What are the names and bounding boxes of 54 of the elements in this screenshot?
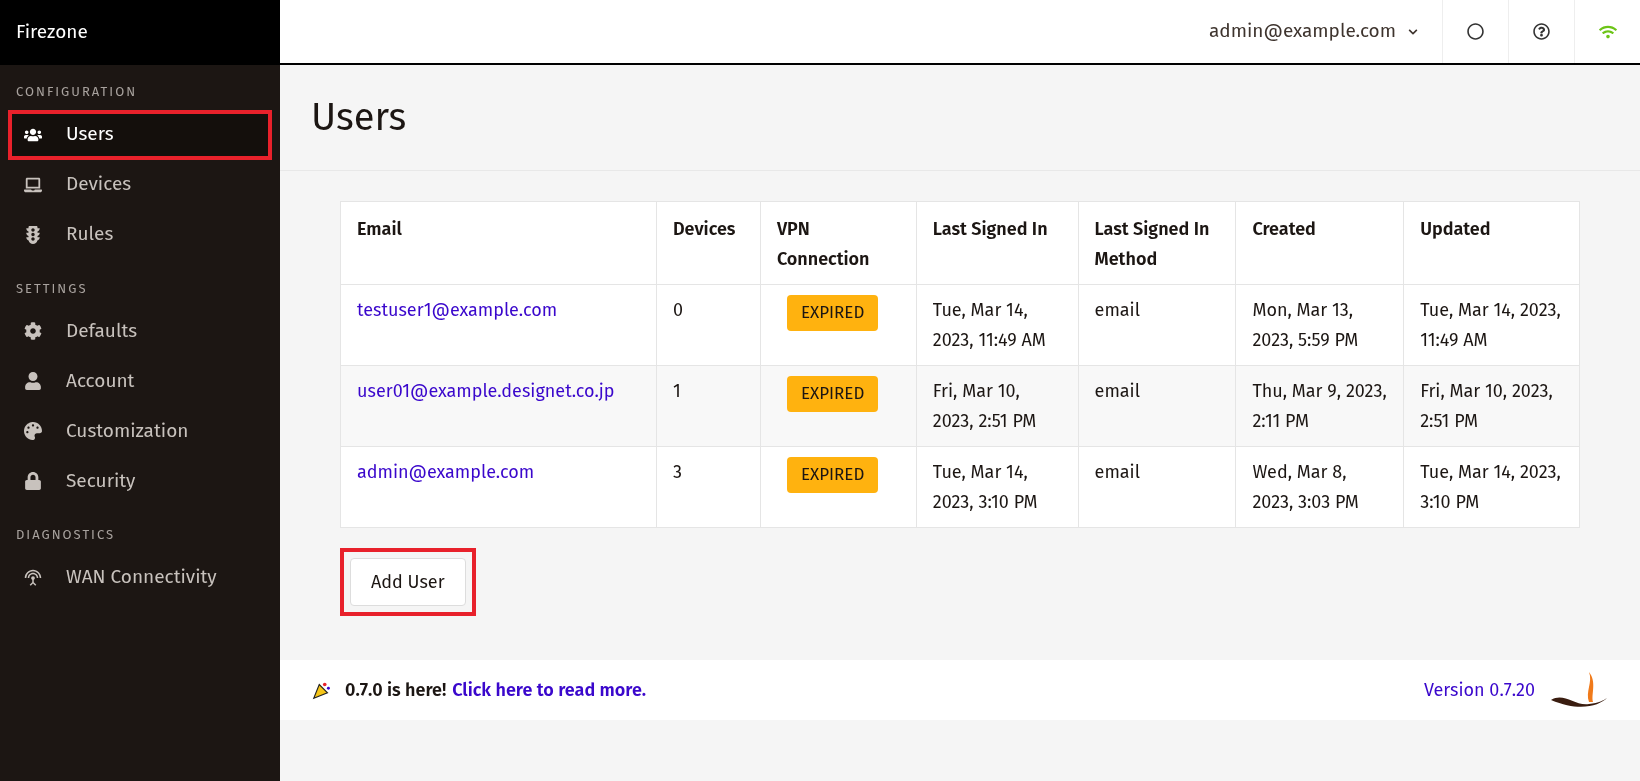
column-header: Last Signed In (932, 218, 1048, 240)
table-cell: Mon, Mar 13, 2023, 5:59 PM (1252, 299, 1359, 351)
table-cell: 0 (672, 299, 683, 321)
column-header: VPN Connection (776, 218, 870, 270)
column-header: Devices (672, 218, 736, 240)
table-cell: Fri, Mar 10, 2023, 2:51 PM (932, 380, 1037, 432)
section-heading: CONFIGURATION (15, 83, 139, 101)
version-link[interactable]: Version 0.7.20 (1424, 676, 1535, 704)
column-header: Updated (1420, 218, 1491, 240)
laptop-icon (24, 175, 42, 194)
column-header: Last Signed In Method (1094, 218, 1210, 270)
section-heading: DIAGNOSTICS (15, 526, 117, 544)
table-cell: 3 (672, 461, 682, 483)
nav-item[interactable]: WAN Connectivity (8, 552, 272, 603)
chevron-down-icon (1408, 26, 1418, 37)
lock-icon (24, 472, 42, 490)
traffic-light-icon (24, 225, 42, 244)
nav-item[interactable]: Defaults (8, 306, 272, 356)
add-user-button[interactable]: Add User (350, 558, 466, 606)
palette-icon (24, 422, 42, 440)
status-badge: EXPIRED (786, 457, 879, 493)
table-cell: email (1094, 461, 1140, 483)
user-email-link[interactable]: admin@example.com (357, 461, 535, 483)
table-cell: Tue, Mar 14, 2023, 11:49 AM (932, 299, 1046, 351)
table-cell: Wed, Mar 8, 2023, 3:03 PM (1252, 461, 1359, 513)
nav-item[interactable]: Security (8, 456, 272, 506)
nav-item[interactable]: Devices (8, 159, 272, 210)
table-cell: email (1094, 299, 1140, 321)
nav-item[interactable]: Users (8, 109, 272, 160)
table-cell: 1 (672, 380, 681, 402)
settings-icon (24, 322, 42, 340)
nav-item[interactable]: Account (8, 356, 272, 406)
nav-item[interactable]: Rules (8, 209, 272, 260)
nav-item[interactable]: Customization (8, 406, 272, 456)
brand-name: Firezone (16, 19, 88, 46)
table-cell: Thu, Mar 9, 2023, 2:11 PM (1252, 380, 1387, 432)
read-more-link[interactable]: Click here to read more. (452, 676, 646, 704)
table-cell: Tue, Mar 14, 2023, 3:10 PM (932, 461, 1038, 513)
account-menu[interactable]: admin@example.com (1185, 0, 1442, 63)
column-header: Email (357, 218, 402, 240)
table-cell: Tue, Mar 14, 2023, 3:10 PM (1420, 461, 1561, 513)
section-heading: SETTINGS (15, 279, 89, 298)
announcement-text: 0.7.0 is here! (345, 677, 447, 703)
table-cell: Fri, Mar 10, 2023, 2:51 PM (1420, 380, 1553, 432)
broadcast-icon (24, 568, 42, 587)
table-cell: email (1094, 380, 1140, 402)
column-header: Created (1252, 218, 1316, 240)
table-cell: Tue, Mar 14, 2023, 11:49 AM (1420, 299, 1561, 351)
page-title: Users (311, 93, 407, 142)
status-badge: EXPIRED (786, 295, 879, 331)
status-badge: EXPIRED (786, 376, 879, 412)
user-email-link[interactable]: testuser1@example.com (357, 299, 558, 321)
person-icon (24, 372, 42, 390)
help-icon (1533, 23, 1550, 40)
